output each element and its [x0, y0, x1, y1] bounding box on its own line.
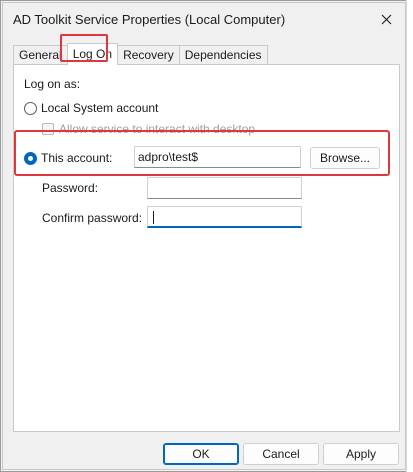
close-button[interactable]: [375, 9, 397, 29]
confirm-password-input[interactable]: [147, 206, 302, 228]
this-account-label[interactable]: This account:: [41, 151, 112, 165]
tab-dependencies[interactable]: Dependencies: [178, 45, 268, 65]
tab-recovery[interactable]: Recovery: [117, 45, 180, 65]
text-caret: [153, 211, 154, 225]
account-input[interactable]: adpro\test$: [134, 146, 301, 168]
background-window-strip: [406, 0, 413, 472]
password-label: Password:: [42, 181, 99, 195]
interact-desktop-checkbox[interactable]: [42, 123, 54, 135]
window-title: AD Toolkit Service Properties (Local Com…: [13, 12, 286, 27]
log-on-panel: Log on as: Local System account Allow se…: [13, 64, 400, 432]
local-system-radio[interactable]: [24, 102, 37, 115]
tab-log-on[interactable]: Log On: [66, 43, 119, 65]
account-input-value: adpro\test$: [138, 150, 199, 164]
cancel-button[interactable]: Cancel: [243, 443, 319, 465]
confirm-password-label: Confirm password:: [42, 211, 143, 225]
title-bar: AD Toolkit Service Properties (Local Com…: [3, 3, 405, 35]
local-system-label[interactable]: Local System account: [41, 101, 158, 115]
close-icon: [381, 14, 391, 24]
tab-strip: General Log On Recovery Dependencies: [13, 43, 268, 65]
apply-button[interactable]: Apply: [323, 443, 399, 465]
browse-button[interactable]: Browse...: [310, 147, 380, 169]
interact-desktop-label[interactable]: Allow service to interact with desktop: [59, 122, 255, 136]
this-account-radio[interactable]: [24, 152, 37, 165]
tab-general[interactable]: General: [13, 45, 68, 65]
password-input[interactable]: [147, 177, 302, 199]
log-on-as-heading: Log on as:: [24, 77, 81, 91]
ok-button[interactable]: OK: [163, 443, 239, 465]
service-properties-dialog: AD Toolkit Service Properties (Local Com…: [2, 2, 406, 470]
